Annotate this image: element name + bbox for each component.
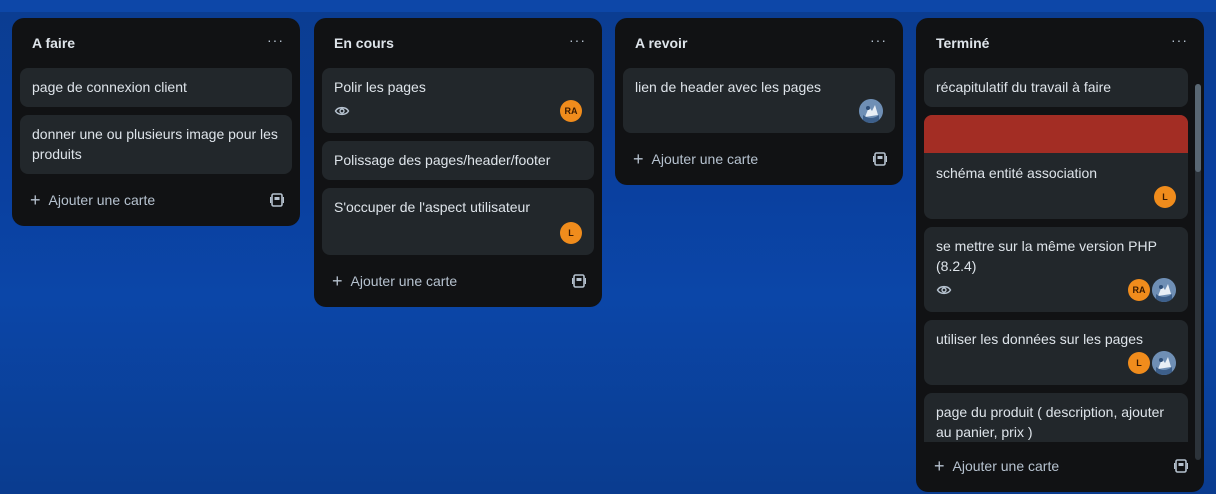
avatar-photo-icon xyxy=(1152,278,1176,302)
add-card-label: Ajouter une carte xyxy=(952,458,1060,474)
list-menu-button[interactable]: ··· xyxy=(870,32,887,54)
eye-icon xyxy=(936,285,952,295)
card-title: donner une ou plusieurs image pour les p… xyxy=(32,126,278,162)
add-card-button[interactable]: + Ajouter une carte xyxy=(623,141,895,177)
add-card-button[interactable]: + Ajouter une carte xyxy=(924,448,1196,484)
card[interactable]: page du produit ( description, ajouter a… xyxy=(924,393,1188,442)
card-badges: RA xyxy=(334,99,582,123)
card[interactable]: lien de header avec les pages xyxy=(623,68,895,133)
card-badges xyxy=(635,99,883,123)
plus-icon: + xyxy=(332,271,343,291)
list-title[interactable]: En cours xyxy=(334,35,394,51)
list-header[interactable]: Terminé ··· xyxy=(924,18,1196,68)
card-title: utiliser les données sur les pages xyxy=(936,331,1144,347)
list-a-revoir: A revoir ··· lien de header avec les pag… xyxy=(615,18,903,185)
card[interactable]: page de connexion client xyxy=(20,68,292,107)
add-card-label: Ajouter une carte xyxy=(350,273,458,289)
list-header[interactable]: En cours ··· xyxy=(322,18,594,68)
card[interactable]: schéma entité association L xyxy=(924,115,1188,219)
avatar-photo-icon xyxy=(859,99,883,123)
card-cover xyxy=(924,115,1188,153)
list-cards-scroll[interactable]: récapitulatif du travail à faire schéma … xyxy=(924,68,1196,442)
avatar-photo-icon xyxy=(1152,351,1176,375)
list-header[interactable]: A faire ··· xyxy=(20,18,292,68)
template-icon[interactable] xyxy=(572,274,586,288)
list-menu-button[interactable]: ··· xyxy=(569,32,586,54)
add-card-button[interactable]: + Ajouter une carte xyxy=(322,263,594,299)
list-header[interactable]: A revoir ··· xyxy=(623,18,895,68)
avatar[interactable] xyxy=(1152,351,1176,375)
card[interactable]: se mettre sur la même version PHP (8.2.4… xyxy=(924,227,1188,312)
card-badges: RA xyxy=(936,278,1176,302)
card-title: page du produit ( description, ajouter a… xyxy=(936,404,1165,440)
card[interactable]: Polir les pages RA xyxy=(322,68,594,133)
avatar[interactable]: RA xyxy=(560,100,582,122)
list-en-cours: En cours ··· Polir les pages RA Polissag… xyxy=(314,18,602,307)
card-title: récapitulatif du travail à faire xyxy=(936,79,1112,95)
list-menu-button[interactable]: ··· xyxy=(267,32,284,54)
plus-icon: + xyxy=(30,190,41,210)
card-badges: L xyxy=(936,185,1176,209)
card-badges: L xyxy=(936,351,1176,375)
card[interactable]: Polissage des pages/header/footer xyxy=(322,141,594,180)
add-card-label: Ajouter une carte xyxy=(651,151,759,167)
scrollbar-thumb[interactable] xyxy=(1195,84,1201,172)
card[interactable]: récapitulatif du travail à faire xyxy=(924,68,1188,107)
avatar[interactable]: L xyxy=(560,222,582,244)
card-title: Polir les pages xyxy=(334,79,426,95)
add-card-label: Ajouter une carte xyxy=(48,192,156,208)
card[interactable]: S'occuper de l'aspect utilisateur L xyxy=(322,188,594,255)
card-title: S'occuper de l'aspect utilisateur xyxy=(334,199,531,215)
add-card-button[interactable]: + Ajouter une carte xyxy=(20,182,292,218)
list-scrollbar[interactable] xyxy=(1195,84,1201,460)
template-icon[interactable] xyxy=(270,193,284,207)
card-badges: L xyxy=(334,221,582,245)
card-title: Polissage des pages/header/footer xyxy=(334,152,551,168)
list-title[interactable]: Terminé xyxy=(936,35,989,51)
plus-icon: + xyxy=(934,456,945,476)
card[interactable]: donner une ou plusieurs image pour les p… xyxy=(20,115,292,174)
list-title[interactable]: A revoir xyxy=(635,35,687,51)
card-title: page de connexion client xyxy=(32,79,187,95)
list-a-faire: A faire ··· page de connexion client don… xyxy=(12,18,300,226)
avatar[interactable] xyxy=(859,99,883,123)
avatar[interactable]: L xyxy=(1154,186,1176,208)
avatar[interactable]: RA xyxy=(1128,279,1150,301)
card-title: lien de header avec les pages xyxy=(635,79,822,95)
card[interactable]: utiliser les données sur les pages L xyxy=(924,320,1188,385)
eye-icon xyxy=(334,106,350,116)
plus-icon: + xyxy=(633,149,644,169)
template-icon[interactable] xyxy=(1174,459,1188,473)
template-icon[interactable] xyxy=(873,152,887,166)
list-termine: Terminé ··· récapitulatif du travail à f… xyxy=(916,18,1204,492)
list-title[interactable]: A faire xyxy=(32,35,75,51)
avatar[interactable]: L xyxy=(1128,352,1150,374)
card-title: schéma entité association xyxy=(936,165,1098,181)
list-menu-button[interactable]: ··· xyxy=(1171,32,1188,54)
avatar[interactable] xyxy=(1152,278,1176,302)
board-header-strip xyxy=(0,0,1216,12)
card-title: se mettre sur la même version PHP (8.2.4… xyxy=(936,238,1157,274)
